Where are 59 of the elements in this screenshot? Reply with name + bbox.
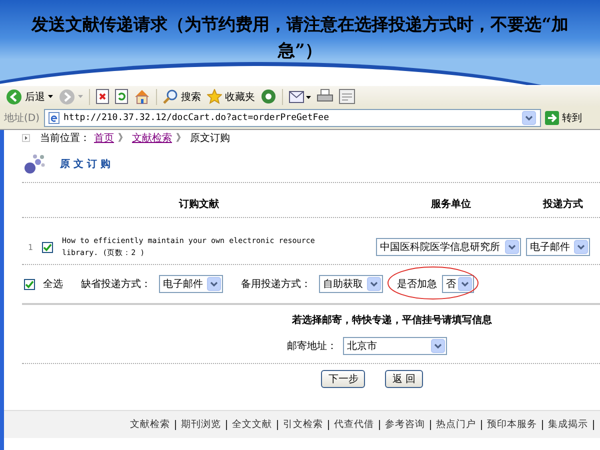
column-header: 订购文献 — [178, 198, 220, 211]
breadcrumb-link[interactable]: 首页 — [94, 130, 114, 144]
home-icon — [134, 89, 150, 104]
edit-icon — [339, 89, 355, 104]
backup-delivery-label: 备用投递方式： — [241, 278, 311, 291]
breadcrumb-separator: 》 — [176, 132, 186, 144]
column-header: 投递方式 — [542, 197, 584, 211]
footer-link[interactable]: 文献检索 — [130, 418, 170, 431]
toolbar-button[interactable] — [289, 90, 311, 104]
footer-link[interactable]: 集成揭示 — [548, 418, 588, 431]
footer-link[interactable]: 预印本服务 — [487, 418, 537, 431]
media-icon — [261, 89, 276, 104]
select-field[interactable]: 电子邮件 — [526, 238, 590, 256]
urgent-label: 是否加急 — [397, 278, 437, 291]
slide-title: 发送文献传递请求（为节约费用，请注意在选择投递方式时，不要选“加急”） — [30, 14, 570, 63]
toolbar-button[interactable]: 后退 — [6, 88, 53, 104]
search-icon — [163, 89, 178, 104]
breadcrumb-link[interactable]: 文献检索 — [132, 130, 172, 144]
mail-notice: 若选择邮寄，特快专递，平信挂号请填写信息 — [292, 313, 492, 327]
breadcrumb-current: 原文订购 — [190, 132, 230, 144]
footer-link[interactable]: 热点门户 — [436, 418, 476, 431]
address-label: 地址(D) — [4, 112, 40, 125]
breadcrumb-separator: 》 — [118, 132, 128, 144]
footer-link[interactable]: 参考咨询 — [385, 418, 425, 431]
printer-icon — [317, 89, 333, 104]
bullet-icon — [22, 134, 30, 142]
checkbox[interactable] — [42, 242, 53, 252]
section-title: 原 文 订 购 — [60, 158, 110, 171]
toolbar-button[interactable]: 搜索 — [163, 89, 201, 104]
arrow-right-icon — [545, 111, 559, 125]
mail-address-label: 邮寄地址： — [287, 340, 337, 353]
refresh-icon — [115, 89, 128, 104]
caret-icon — [78, 95, 83, 98]
toolbar-button[interactable]: 收藏夹 — [207, 89, 255, 104]
row-number: 1 — [28, 242, 34, 252]
select-field[interactable]: 否 — [442, 275, 474, 293]
checkbox[interactable] — [24, 278, 35, 290]
footer-link[interactable]: 全文文献 — [232, 418, 272, 431]
select-field[interactable]: 北京市 — [343, 337, 447, 355]
stop-icon — [96, 89, 109, 104]
breadcrumb-label: 当前位置： — [40, 132, 90, 144]
caret-icon — [48, 95, 53, 98]
footer-link[interactable]: 代查代借 — [334, 418, 374, 431]
address-field[interactable]: http://210.37.32.12/docCart.do?act=orderPreGetFee — [44, 109, 541, 127]
select-all-label: 全选 — [43, 278, 63, 291]
form-button[interactable]: 下一步 — [321, 370, 366, 388]
default-delivery-label: 缺省投递方式： — [81, 278, 151, 291]
star-icon — [207, 89, 222, 104]
footer-link[interactable]: 期刊浏览 — [181, 418, 221, 431]
select-field[interactable]: 中国医科院医学信息研究所 — [376, 238, 521, 256]
go-button[interactable]: 转到 — [545, 111, 596, 125]
form-button[interactable]: 返 回 — [385, 370, 423, 388]
footer-link[interactable]: 引文检索 — [283, 418, 323, 431]
select-field[interactable]: 电子邮件 — [159, 275, 223, 293]
column-header: 服务单位 — [430, 198, 472, 211]
select-field[interactable]: 自助获取 — [319, 275, 383, 293]
envelope-icon — [289, 90, 311, 104]
bubbles-icon — [24, 154, 46, 174]
page-icon — [48, 112, 60, 124]
